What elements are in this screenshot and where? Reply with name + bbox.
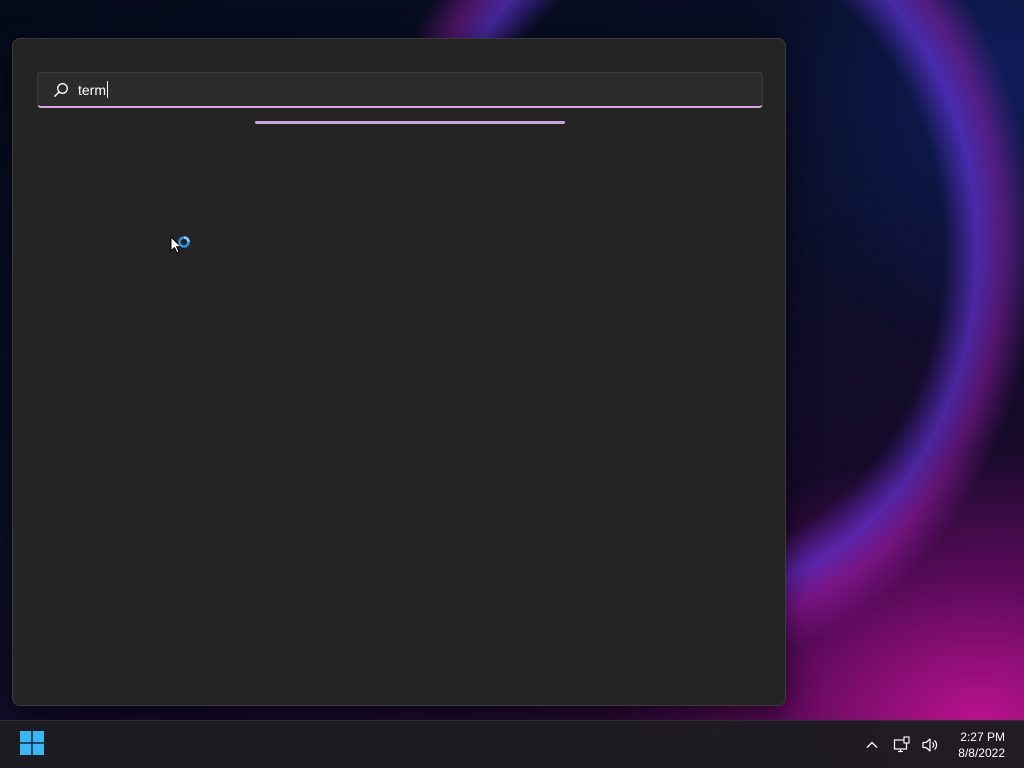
text-caret — [107, 81, 108, 98]
windows-start-icon — [20, 730, 44, 760]
clock-date: 8/8/2022 — [958, 746, 1005, 760]
search-box[interactable]: term — [37, 72, 763, 108]
loading-progress-bar — [255, 121, 565, 124]
busy-cursor-icon — [170, 235, 194, 260]
network-icon[interactable] — [890, 733, 914, 757]
search-results-area — [13, 129, 785, 699]
search-query-text: term — [78, 81, 106, 98]
taskbar: 2:27 PM 8/8/2022 — [0, 720, 1024, 768]
clock-time: 2:27 PM — [960, 730, 1005, 744]
system-tray: 2:27 PM 8/8/2022 — [860, 721, 1024, 768]
search-panel: term — [12, 38, 786, 706]
chevron-up-icon[interactable] — [860, 733, 884, 757]
taskbar-clock[interactable]: 2:27 PM 8/8/2022 — [958, 729, 1005, 761]
volume-icon[interactable] — [918, 733, 942, 757]
search-input[interactable]: term — [78, 73, 762, 106]
search-icon — [52, 81, 70, 99]
start-button[interactable] — [14, 727, 50, 763]
